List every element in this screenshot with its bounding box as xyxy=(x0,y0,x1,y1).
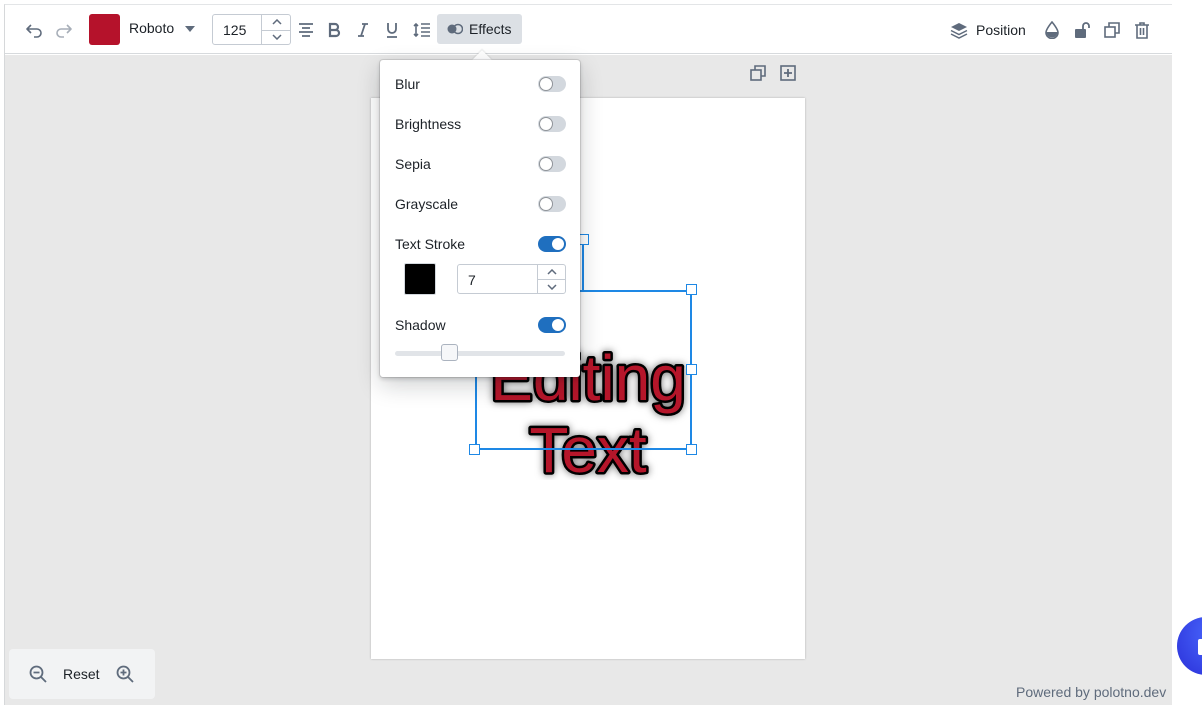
stroke-width-stepper[interactable] xyxy=(537,265,566,293)
redo-icon xyxy=(56,24,72,38)
zoom-out-button[interactable] xyxy=(29,665,47,683)
italic-icon xyxy=(358,23,368,37)
decrement-button[interactable] xyxy=(538,279,566,293)
bold-icon xyxy=(328,22,341,38)
line-height-button[interactable] xyxy=(409,15,435,45)
sepia-row: Sepia xyxy=(395,154,566,174)
undo-icon xyxy=(26,24,42,38)
blur-toggle[interactable] xyxy=(538,76,566,92)
grayscale-toggle[interactable] xyxy=(538,196,566,212)
align-button[interactable] xyxy=(293,15,319,45)
chevron-down-icon xyxy=(547,283,557,290)
chevron-up-icon xyxy=(271,19,282,25)
decrement-button[interactable] xyxy=(262,29,291,45)
brightness-toggle[interactable] xyxy=(538,116,566,132)
chevron-down-icon xyxy=(271,34,282,41)
font-size-stepper[interactable] xyxy=(261,15,291,44)
zoom-reset-button[interactable]: Reset xyxy=(63,666,100,682)
blur-label: Blur xyxy=(395,76,420,92)
resize-handle-bottom-left[interactable] xyxy=(469,444,480,455)
layers-icon xyxy=(950,23,968,39)
increment-button[interactable] xyxy=(262,15,291,30)
underline-button[interactable] xyxy=(379,15,405,45)
position-label: Position xyxy=(976,22,1026,38)
resize-handle-bottom-right[interactable] xyxy=(686,444,697,455)
stroke-color-picker[interactable] xyxy=(404,263,436,295)
align-center-icon xyxy=(299,23,313,37)
grayscale-row: Grayscale xyxy=(395,194,566,214)
effects-label: Effects xyxy=(469,21,512,37)
shadow-toggle[interactable] xyxy=(538,317,566,333)
shadow-slider-track[interactable] xyxy=(395,351,565,356)
grayscale-label: Grayscale xyxy=(395,196,459,212)
brightness-label: Brightness xyxy=(395,116,462,132)
resize-handle-right[interactable] xyxy=(686,364,697,375)
line-spacing-icon xyxy=(413,22,430,38)
font-size-value[interactable]: 125 xyxy=(223,22,246,38)
redo-button[interactable] xyxy=(51,15,77,45)
add-page-icon xyxy=(780,65,796,81)
transparency-button[interactable] xyxy=(1039,15,1065,45)
stroke-width-input[interactable]: 7 xyxy=(457,264,566,294)
sepia-label: Sepia xyxy=(395,156,431,172)
blur-row: Blur xyxy=(395,74,566,94)
shadow-slider-handle[interactable] xyxy=(440,344,458,361)
shadow-label: Shadow xyxy=(395,317,446,333)
zoom-controls: Reset xyxy=(9,649,155,699)
chat-icon xyxy=(1198,639,1202,655)
trash-icon xyxy=(1135,22,1149,39)
powered-by-credit[interactable]: Powered by polotno.dev xyxy=(1016,684,1166,700)
shadow-row: Shadow xyxy=(395,315,566,335)
effects-button[interactable]: Effects xyxy=(437,14,522,44)
top-toolbar: Roboto 125 Effects Position xyxy=(5,5,1172,54)
text-stroke-toggle[interactable] xyxy=(538,236,566,252)
font-size-input[interactable]: 125 xyxy=(212,14,291,45)
rotation-line xyxy=(582,240,584,290)
undo-button[interactable] xyxy=(21,15,47,45)
resize-handle-top-right[interactable] xyxy=(686,284,697,295)
unlock-icon xyxy=(1075,22,1090,38)
duplicate-page-button[interactable] xyxy=(750,65,768,83)
duplicate-page-icon xyxy=(750,65,766,81)
duplicate-button[interactable] xyxy=(1099,15,1125,45)
chevron-up-icon xyxy=(547,269,557,275)
chat-widget-button[interactable] xyxy=(1177,617,1202,675)
delete-button[interactable] xyxy=(1129,15,1155,45)
zoom-in-icon xyxy=(116,665,134,683)
lock-button[interactable] xyxy=(1069,15,1095,45)
underline-icon xyxy=(387,23,397,38)
increment-button[interactable] xyxy=(538,265,566,279)
sepia-toggle[interactable] xyxy=(538,156,566,172)
font-family-select[interactable]: Roboto xyxy=(129,20,174,36)
add-page-button[interactable] xyxy=(780,65,798,83)
text-stroke-row: Text Stroke xyxy=(395,234,566,254)
zoom-out-icon xyxy=(29,665,47,683)
position-button[interactable]: Position xyxy=(950,15,1026,45)
zoom-in-button[interactable] xyxy=(116,665,134,683)
italic-button[interactable] xyxy=(350,15,376,45)
chevron-down-icon[interactable] xyxy=(185,26,195,32)
effects-icon xyxy=(447,23,463,35)
stroke-width-value[interactable]: 7 xyxy=(468,272,476,288)
brightness-row: Brightness xyxy=(395,114,566,134)
duplicate-icon xyxy=(1104,22,1120,38)
text-color-picker[interactable] xyxy=(89,14,120,45)
text-stroke-label: Text Stroke xyxy=(395,236,466,252)
bold-button[interactable] xyxy=(321,15,347,45)
effects-popover: Blur Brightness Sepia Grayscale Text Str… xyxy=(380,60,580,377)
droplet-icon xyxy=(1045,21,1059,39)
